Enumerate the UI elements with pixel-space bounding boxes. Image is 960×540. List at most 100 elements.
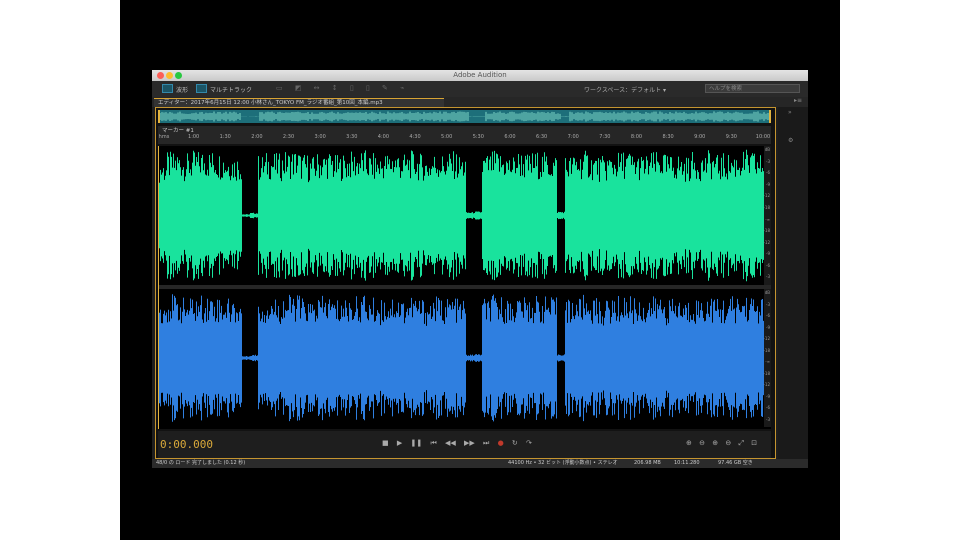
window-title: Adobe Audition <box>453 71 507 79</box>
chevron-right-icon[interactable]: » <box>788 109 792 116</box>
ruler-tick-label: 9:30 <box>725 134 737 140</box>
fast-forward-icon[interactable]: ▶▶ <box>464 439 475 447</box>
tool-icons[interactable]: ▭ ◩ ↔ ↕ ▯ ▯ ✎ ⌁ <box>276 84 409 92</box>
stop-icon[interactable]: ■ <box>382 439 389 447</box>
multitrack-view-button[interactable]: マルチトラック <box>196 84 252 94</box>
audition-window: Adobe Audition 波形 マルチトラック ▭ ◩ ↔ ↕ ▯ ▯ ✎ … <box>152 70 808 468</box>
ruler-tick-label: 5:00 <box>441 134 453 140</box>
db-scale-label: -12 <box>763 193 770 199</box>
waveform-view-button[interactable]: 波形 <box>162 84 188 94</box>
db-scale-label: dB <box>764 290 770 295</box>
ruler-tick-label: 8:00 <box>630 134 643 140</box>
db-scale-label: -12 <box>763 239 770 245</box>
waveform-icon <box>162 84 173 93</box>
ruler-tick-label: 2:30 <box>282 134 295 140</box>
db-scale-label: -6 <box>766 405 770 410</box>
db-scale-label: -18 <box>763 347 770 353</box>
ruler-tick-label: 4:00 <box>377 134 390 140</box>
workspace-label: ワークスペース： <box>584 87 632 94</box>
help-search-input[interactable]: ヘルプを検索 <box>705 84 800 93</box>
db-scale-label: -12 <box>763 336 770 341</box>
db-scale-label: -∞ <box>765 216 770 222</box>
db-scale-label: -12 <box>763 382 770 387</box>
ruler-tick-label: 10:00 <box>755 134 771 140</box>
zoom-in-time-icon[interactable]: ⊕ <box>712 439 718 447</box>
waveform-label: 波形 <box>176 87 189 94</box>
status-free-space: 97.46 GB 空き <box>718 460 753 466</box>
ruler-tick-label: 8:30 <box>662 134 674 140</box>
db-scale-label: -3 <box>766 158 770 164</box>
timecode-display: 0:00.000 <box>160 438 213 451</box>
zoom-controls: ⊕ ⊖ ⊕ ⊖ ⤢ ⊡ <box>686 439 762 448</box>
status-size: 206.98 MB <box>634 460 661 466</box>
workspace-value: デフォルト <box>631 87 662 94</box>
db-scale-label: -∞ <box>765 359 770 364</box>
pause-icon[interactable]: ❚❚ <box>410 439 422 447</box>
zoom-out-time-icon[interactable]: ⊖ <box>725 439 731 447</box>
db-scale-label: -3 <box>766 274 770 280</box>
multitrack-label: マルチトラック <box>210 87 253 94</box>
channel-2-waveform[interactable] <box>158 289 764 427</box>
ruler-tick-label: 1:30 <box>219 134 231 140</box>
waveform-display[interactable]: dB -3 -6 -9 -12 -18 -∞ -18 -12 -9 -6 -3 dB -3 -6 -9 -12… <box>158 146 771 429</box>
zoom-selection-icon[interactable]: ⊡ <box>751 439 757 447</box>
go-to-end-icon[interactable]: ⏭ <box>483 439 489 447</box>
ruler-tick-label: 3:00 <box>314 134 326 140</box>
db-scale-label: -9 <box>766 181 770 187</box>
record-icon[interactable]: ● <box>498 439 504 447</box>
settings-icon[interactable]: ⚙ <box>788 137 793 144</box>
status-format: 44100 Hz • 32 ビット (浮動小数点) • ステレオ <box>508 460 618 466</box>
skip-icon[interactable]: ↷ <box>526 439 532 447</box>
rewind-icon[interactable]: ◀◀ <box>445 439 456 447</box>
overview-end-handle[interactable] <box>769 110 771 123</box>
zoom-out-amplitude-icon[interactable]: ⊖ <box>699 439 705 447</box>
panel-menu-icon[interactable]: ▸≡ <box>794 97 802 104</box>
ruler-tick-label: 3:30 <box>346 134 358 140</box>
db-scale-label: -6 <box>766 313 770 318</box>
channel-1-waveform[interactable] <box>158 146 764 285</box>
ruler-tick-label: hms <box>158 134 170 140</box>
overview-waveform[interactable] <box>158 110 771 123</box>
letterbox-left <box>0 0 120 540</box>
play-icon[interactable]: ▶ <box>397 439 402 447</box>
transport-controls: ■ ▶ ❚❚ ⏮ ◀◀ ▶▶ ⏭ ● ↻ ↷ <box>382 439 538 448</box>
letterbox-top <box>120 0 840 68</box>
ruler-tick-label: 1:00 <box>188 134 200 140</box>
marker-label: マーカー #1 <box>162 128 194 134</box>
db-scale-channel-2: dB -3 -6 -9 -12 -18 -∞ -18 -12 -9 -6 -3 <box>763 289 771 427</box>
multitrack-icon <box>196 84 207 93</box>
right-panel-strip: » ⚙ <box>778 107 808 459</box>
tab-editor[interactable]: エディター：2017年6月15日 12:00 小林さん_TOKYO FM_ラジオ… <box>154 98 444 107</box>
workspace-switcher[interactable]: ワークスペース：デフォルト ▾ <box>584 85 666 94</box>
ruler-tick-label: 7:00 <box>567 134 579 140</box>
status-message: 48/0 の ロード 完了しました (0.12 秒) <box>156 460 246 466</box>
toolbar: 波形 マルチトラック ▭ ◩ ↔ ↕ ▯ ▯ ✎ ⌁ ワークスペース：デフォルト… <box>152 81 808 98</box>
db-scale-label: -18 <box>763 204 770 210</box>
db-scale-label: -3 <box>766 301 770 307</box>
status-bar: 48/0 の ロード 完了しました (0.12 秒) 44100 Hz • 32… <box>152 459 808 468</box>
db-scale-label: -3 <box>766 416 770 422</box>
db-scale-label: -6 <box>766 262 770 268</box>
ruler-ticks: hms 1:00 1:30 2:00 2:30 3:00 3:30 4:00 4:30 5:00 5… <box>158 134 771 144</box>
editor-panel: マーカー #1 hms 1:00 1:30 2:00 2:30 3:00 3:30 4:00 4… <box>155 107 776 459</box>
overview-start-handle[interactable] <box>158 110 160 123</box>
tab-bar: エディター：2017年6月15日 12:00 小林さん_TOKYO FM_ラジオ… <box>152 97 808 107</box>
zoom-full-icon[interactable]: ⤢ <box>738 439 744 447</box>
letterbox-bottom <box>120 472 840 540</box>
loop-icon[interactable]: ↻ <box>512 439 518 447</box>
ruler-tick-label: 6:00 <box>504 134 516 140</box>
title-bar: Adobe Audition <box>152 70 808 81</box>
time-ruler[interactable]: マーカー #1 hms 1:00 1:30 2:00 2:30 3:00 3:30 4:00 4… <box>158 126 771 144</box>
db-scale-label: -9 <box>766 251 770 257</box>
db-scale-label: dB <box>764 147 770 152</box>
db-scale-label: -9 <box>766 324 770 330</box>
ruler-tick-label: 2:00 <box>251 134 263 140</box>
playhead[interactable] <box>158 146 159 429</box>
ruler-tick-label: 7:30 <box>599 134 611 140</box>
overview-waveform-svg <box>158 111 771 122</box>
letterbox-right <box>840 0 960 540</box>
zoom-in-amplitude-icon[interactable]: ⊕ <box>686 439 692 447</box>
db-scale-channel-1: dB -3 -6 -9 -12 -18 -∞ -18 -12 -9 -6 -3 <box>763 146 771 285</box>
status-duration: 10:11.280 <box>674 460 700 466</box>
go-to-start-icon[interactable]: ⏮ <box>430 439 436 447</box>
